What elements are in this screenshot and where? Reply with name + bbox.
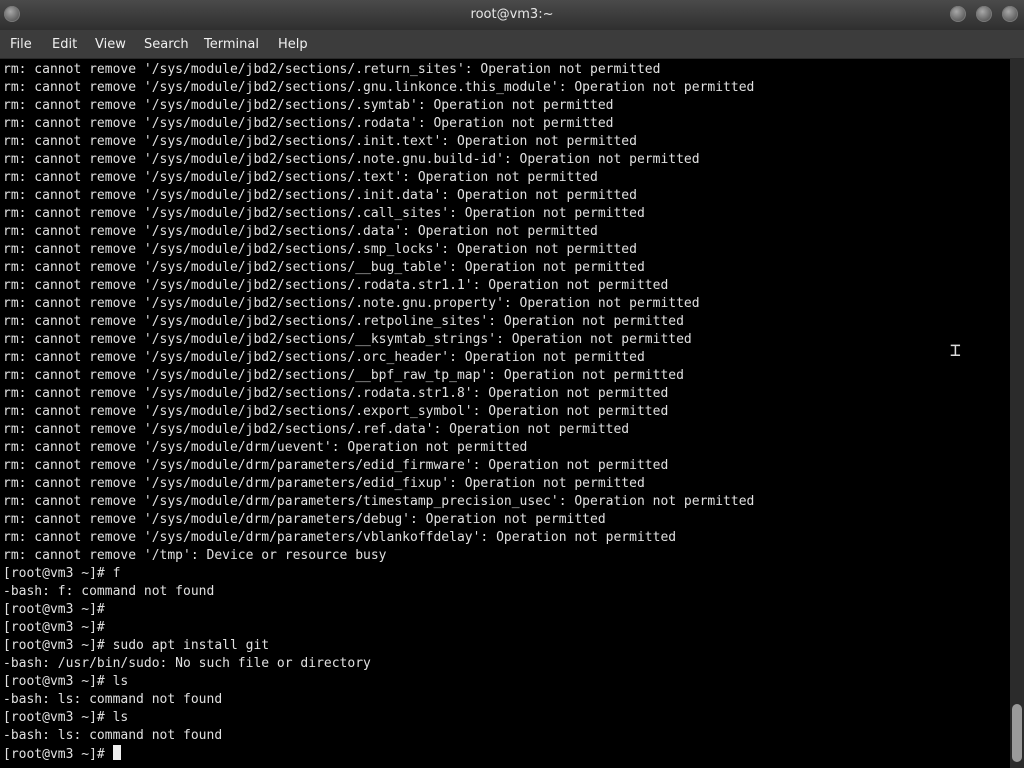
window-titlebar[interactable]: root@vm3:~ xyxy=(0,0,1024,30)
terminal-line: rm: cannot remove '/sys/module/jbd2/sect… xyxy=(3,242,637,257)
terminal-line: rm: cannot remove '/sys/module/jbd2/sect… xyxy=(3,170,598,185)
terminal-line: -bash: ls: command not found xyxy=(3,728,223,743)
window-title: root@vm3:~ xyxy=(470,7,554,22)
menu-edit[interactable]: Edit xyxy=(52,37,77,52)
terminal-scrollbar[interactable] xyxy=(1010,59,1024,768)
terminal-line: rm: cannot remove '/sys/module/drm/param… xyxy=(3,476,645,491)
terminal-line: rm: cannot remove '/sys/module/jbd2/sect… xyxy=(3,62,661,77)
terminal-line: -bash: /usr/bin/sudo: No such file or di… xyxy=(3,656,371,671)
terminal-line: rm: cannot remove '/sys/module/drm/param… xyxy=(3,530,677,545)
menu-bar: File Edit View Search Terminal Help xyxy=(0,30,1024,59)
menu-view[interactable]: View xyxy=(95,37,126,52)
terminal-line: rm: cannot remove '/sys/module/jbd2/sect… xyxy=(3,116,614,131)
terminal-line: rm: cannot remove '/sys/module/jbd2/sect… xyxy=(3,314,684,329)
terminal-line: rm: cannot remove '/sys/module/jbd2/sect… xyxy=(3,332,692,347)
terminal-line: rm: cannot remove '/sys/module/drm/ueven… xyxy=(3,440,528,455)
maximize-icon[interactable] xyxy=(976,6,992,22)
menu-file[interactable]: File xyxy=(10,37,32,52)
terminal-line: rm: cannot remove '/sys/module/jbd2/sect… xyxy=(3,152,700,167)
terminal-line: -bash: ls: command not found xyxy=(3,692,223,707)
terminal-line: rm: cannot remove '/sys/module/jbd2/sect… xyxy=(3,260,645,275)
terminal-line: rm: cannot remove '/sys/module/jbd2/sect… xyxy=(3,404,669,419)
menu-help[interactable]: Help xyxy=(278,37,308,52)
terminal-line: rm: cannot remove '/sys/module/jbd2/sect… xyxy=(3,134,637,149)
menu-terminal[interactable]: Terminal xyxy=(204,37,259,52)
text-cursor-icon: ⌶ xyxy=(950,340,961,361)
terminal-line: rm: cannot remove '/sys/module/jbd2/sect… xyxy=(3,98,614,113)
terminal-line: rm: cannot remove '/sys/module/jbd2/sect… xyxy=(3,278,669,293)
terminal-line: rm: cannot remove '/sys/module/jbd2/sect… xyxy=(3,296,700,311)
terminal-line: rm: cannot remove '/sys/module/jbd2/sect… xyxy=(3,224,598,239)
terminal-line: rm: cannot remove '/sys/module/jbd2/sect… xyxy=(3,368,684,383)
terminal-line: -bash: f: command not found xyxy=(3,584,215,599)
terminal-line: rm: cannot remove '/sys/module/jbd2/sect… xyxy=(3,350,645,365)
terminal-line: rm: cannot remove '/sys/module/jbd2/sect… xyxy=(3,386,669,401)
terminal-line: rm: cannot remove '/sys/module/drm/param… xyxy=(3,458,669,473)
terminal-line: [root@vm3 ~]# sudo apt install git xyxy=(3,638,270,653)
scrollbar-thumb[interactable] xyxy=(1012,704,1022,762)
terminal-lines: rm: cannot remove '/sys/module/jbd2/sect… xyxy=(3,61,754,763)
terminal-line: rm: cannot remove '/sys/module/jbd2/sect… xyxy=(3,80,755,95)
terminal-line: rm: cannot remove '/sys/module/drm/param… xyxy=(3,494,755,509)
terminal-line: [root@vm3 ~]# xyxy=(3,602,105,617)
terminal-line: [root@vm3 ~]# ls xyxy=(3,710,129,725)
terminal-line: rm: cannot remove '/sys/module/jbd2/sect… xyxy=(3,206,645,221)
terminal-line: rm: cannot remove '/sys/module/jbd2/sect… xyxy=(3,422,630,437)
terminal-line: [root@vm3 ~]# ls xyxy=(3,674,129,689)
close-icon[interactable] xyxy=(1002,6,1018,22)
minimize-icon[interactable] xyxy=(950,6,966,22)
terminal-output[interactable]: rm: cannot remove '/sys/module/jbd2/sect… xyxy=(0,59,1010,768)
terminal-line: rm: cannot remove '/sys/module/drm/param… xyxy=(3,512,606,527)
terminal-cursor xyxy=(112,745,121,760)
terminal-line: [root@vm3 ~]# xyxy=(3,620,105,635)
menu-search[interactable]: Search xyxy=(144,37,189,52)
terminal-line: [root@vm3 ~]# f xyxy=(3,566,121,581)
terminal-line: rm: cannot remove '/tmp': Device or reso… xyxy=(3,548,387,563)
terminal-line: rm: cannot remove '/sys/module/jbd2/sect… xyxy=(3,188,637,203)
terminal-prompt: [root@vm3 ~]# xyxy=(3,747,113,762)
terminal-prompt-line: [root@vm3 ~]# xyxy=(3,745,754,763)
